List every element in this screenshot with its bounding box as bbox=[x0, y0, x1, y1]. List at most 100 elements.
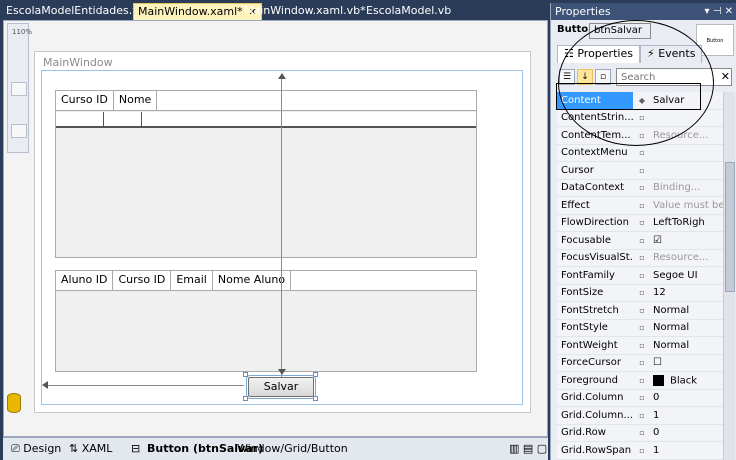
property-marker-icon[interactable]: ▫ bbox=[633, 376, 651, 385]
property-name: Foreground bbox=[561, 374, 618, 386]
tab-design[interactable]: ⎚ Design bbox=[11, 442, 61, 456]
property-value[interactable]: ☐ bbox=[651, 357, 723, 368]
property-value[interactable]: 1 bbox=[651, 410, 723, 421]
swap-panes-icon[interactable]: ⊟ bbox=[131, 442, 140, 455]
property-marker-icon[interactable]: ▫ bbox=[633, 393, 651, 402]
property-value[interactable]: 1 bbox=[651, 445, 723, 456]
tab-label: MainWindow.xaml.vb* bbox=[244, 4, 366, 17]
resize-handle[interactable] bbox=[313, 396, 318, 401]
property-marker-icon[interactable]: ▫ bbox=[633, 148, 651, 157]
xaml-designer-surface[interactable]: 110% MainWindow Curso ID Nome Aluno ID C… bbox=[3, 20, 548, 437]
column-header[interactable]: Curso ID bbox=[113, 271, 172, 291]
column-header[interactable]: Nome Aluno bbox=[213, 271, 292, 291]
property-value[interactable]: Binding... bbox=[651, 182, 723, 193]
designer-bottom-bar: ⎚ Design ⇅ XAML ⊟ Button (btnSalvar) Win… bbox=[3, 437, 548, 460]
property-marker-icon[interactable]: ▫ bbox=[633, 341, 651, 350]
property-name: FocusVisualSt... bbox=[561, 252, 633, 264]
property-row[interactable]: FontStyle ▫ Normal bbox=[557, 319, 723, 337]
tab-xaml[interactable]: ⇅ XAML bbox=[69, 442, 112, 455]
property-marker-icon[interactable]: ▫ bbox=[633, 253, 651, 262]
layout-toggle-icons[interactable]: ▥ ▤ ▢ bbox=[509, 442, 547, 455]
property-marker-icon[interactable]: ▫ bbox=[633, 183, 651, 192]
property-value[interactable]: Normal bbox=[651, 305, 723, 316]
element-path-breadcrumb[interactable]: Window/Grid/Button bbox=[237, 442, 348, 455]
property-marker-icon[interactable]: ▫ bbox=[633, 288, 651, 297]
property-marker-icon[interactable]: ▫ bbox=[633, 306, 651, 315]
property-row[interactable]: FontWeight ▫ Normal bbox=[557, 337, 723, 355]
resize-handle[interactable] bbox=[313, 372, 318, 377]
property-value[interactable]: 12 bbox=[651, 287, 723, 298]
property-row[interactable]: Grid.Row ▫ 0 bbox=[557, 424, 723, 442]
property-value[interactable]: Resource... bbox=[651, 252, 723, 263]
property-marker-icon[interactable]: ▫ bbox=[633, 271, 651, 280]
datagrid-alunos[interactable]: Aluno ID Curso ID Email Nome Aluno bbox=[55, 270, 477, 372]
database-icon[interactable] bbox=[7, 393, 21, 413]
property-row[interactable]: Foreground ▫ Black bbox=[557, 372, 723, 390]
property-row[interactable]: Grid.RowSpan ▫ 1 bbox=[557, 442, 723, 460]
table-cell[interactable] bbox=[56, 112, 104, 126]
property-name: Grid.Column... bbox=[561, 409, 633, 421]
fit-zoom-icon[interactable] bbox=[11, 124, 27, 138]
property-marker-icon[interactable]: ▫ bbox=[633, 323, 651, 332]
layout-grid[interactable]: Curso ID Nome Aluno ID Curso ID Email No… bbox=[41, 70, 523, 405]
resize-handle[interactable] bbox=[243, 396, 248, 401]
window-preview[interactable]: MainWindow Curso ID Nome Aluno ID Curso … bbox=[34, 51, 531, 413]
property-marker-icon[interactable]: ▫ bbox=[633, 411, 651, 420]
color-swatch[interactable] bbox=[653, 374, 664, 386]
column-header[interactable]: Email bbox=[171, 271, 213, 291]
property-value[interactable]: 0 bbox=[651, 427, 723, 438]
property-row[interactable]: Focusable ▫ ☑ bbox=[557, 232, 723, 250]
property-row[interactable]: Effect ▫ Value must be bbox=[557, 197, 723, 215]
property-row[interactable]: FontFamily ▫ Segoe UI bbox=[557, 267, 723, 285]
property-value[interactable]: Normal bbox=[651, 340, 723, 351]
document-tab-strip: EscolaModelEntidades.vb MainWindow.xaml*… bbox=[0, 0, 548, 20]
property-marker-icon[interactable]: ▫ bbox=[633, 446, 651, 455]
property-marker-icon[interactable]: ▫ bbox=[633, 358, 651, 367]
property-row[interactable]: ForceCursor ▫ ☐ bbox=[557, 354, 723, 372]
foreground-value: Black bbox=[670, 375, 698, 386]
property-row[interactable]: Cursor ▫ bbox=[557, 162, 723, 180]
property-value[interactable]: Black bbox=[651, 374, 723, 386]
property-row[interactable]: ContextMenu ▫ bbox=[557, 144, 723, 162]
property-value[interactable]: 0 bbox=[651, 392, 723, 403]
tab-mainwindow-xaml-vb[interactable]: MainWindow.xaml.vb* bbox=[240, 3, 370, 20]
property-row[interactable]: FontStretch ▫ Normal bbox=[557, 302, 723, 320]
property-marker-icon[interactable]: ▫ bbox=[633, 428, 651, 437]
salvar-button[interactable]: Salvar bbox=[246, 375, 316, 399]
property-name: DataContext bbox=[561, 182, 625, 194]
property-value[interactable]: Segoe UI bbox=[651, 270, 723, 281]
property-marker-icon[interactable]: ▫ bbox=[633, 218, 651, 227]
table-cell[interactable] bbox=[104, 112, 142, 126]
grid-column-splitter[interactable] bbox=[281, 76, 282, 394]
tab-escolamodelentidades[interactable]: EscolaModelEntidades.vb bbox=[2, 3, 150, 20]
table-row[interactable] bbox=[56, 112, 476, 128]
column-header[interactable]: Aluno ID bbox=[56, 271, 114, 291]
property-row[interactable]: DataContext ▫ Binding... bbox=[557, 179, 723, 197]
property-value[interactable]: ☑ bbox=[651, 235, 723, 246]
datagrid-cursos[interactable]: Curso ID Nome bbox=[55, 90, 477, 258]
zoom-thumb[interactable] bbox=[11, 82, 27, 96]
column-header[interactable]: Nome bbox=[114, 91, 158, 111]
property-marker-icon[interactable]: ▫ bbox=[633, 236, 651, 245]
properties-scrollbar[interactable] bbox=[723, 92, 735, 460]
property-value[interactable]: Value must be bbox=[651, 200, 723, 211]
zoom-slider[interactable]: 110% bbox=[7, 23, 32, 153]
property-row[interactable]: Grid.Column... ▫ 1 bbox=[557, 407, 723, 425]
property-row[interactable]: FontSize ▫ 12 bbox=[557, 284, 723, 302]
property-row[interactable]: FocusVisualSt... ▫ Resource... bbox=[557, 249, 723, 267]
margin-arrow-icon bbox=[278, 73, 286, 79]
scrollbar-thumb[interactable] bbox=[725, 162, 735, 292]
tab-escolamodel[interactable]: EscolaModel.vb bbox=[362, 3, 455, 20]
property-value[interactable]: Normal bbox=[651, 322, 723, 333]
property-row[interactable]: Grid.Column ▫ 0 bbox=[557, 389, 723, 407]
clear-search-icon[interactable]: ✕ bbox=[721, 70, 730, 83]
property-grid[interactable]: Content ◆ Salvar ContentStrin... ▫ ContentTem… bbox=[557, 91, 723, 460]
resize-handle[interactable] bbox=[243, 372, 248, 377]
property-marker-icon[interactable]: ▫ bbox=[633, 166, 651, 175]
column-header[interactable]: Curso ID bbox=[56, 91, 114, 111]
property-name: FontStretch bbox=[561, 304, 619, 316]
property-row[interactable]: FlowDirection ▫ LeftToRigh bbox=[557, 214, 723, 232]
pin-icon[interactable]: ▾ ⊣ ✕ bbox=[705, 3, 733, 20]
property-marker-icon[interactable]: ▫ bbox=[633, 201, 651, 210]
property-value[interactable]: LeftToRigh bbox=[651, 217, 723, 228]
